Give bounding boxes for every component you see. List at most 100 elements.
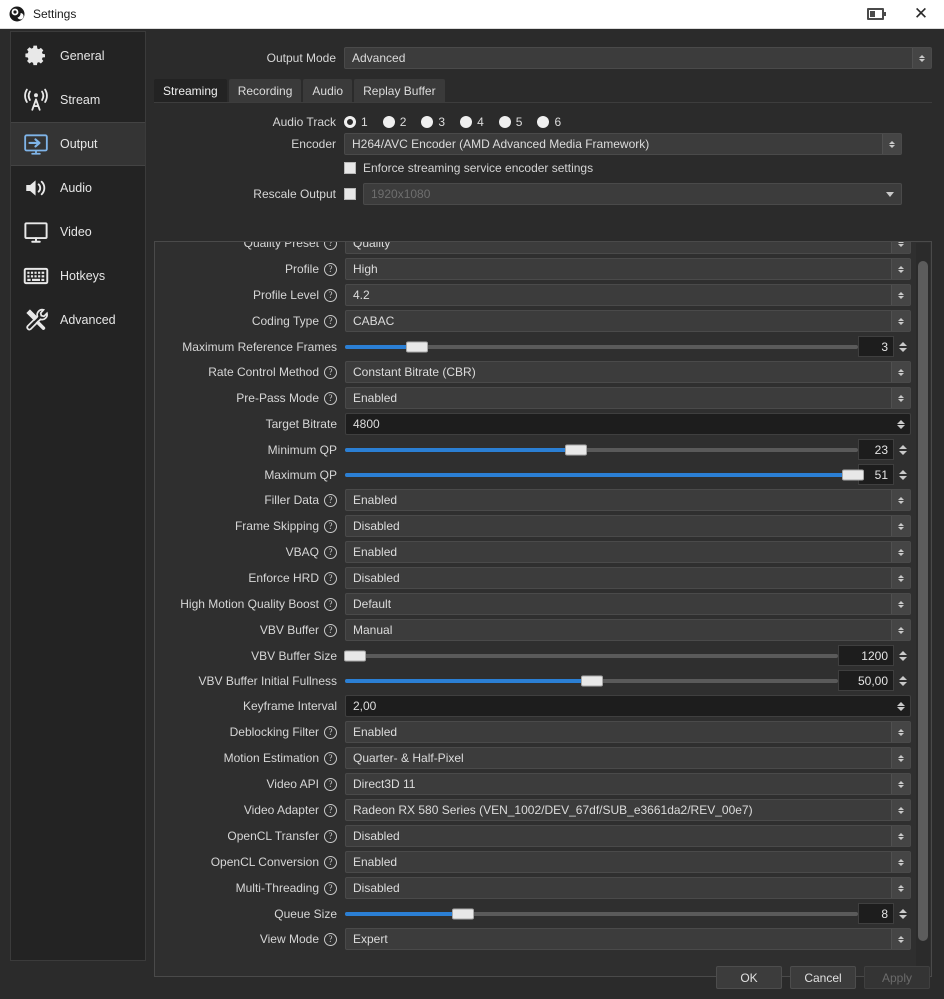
help-icon[interactable]: ? <box>324 932 337 946</box>
spinner-icon[interactable] <box>891 878 910 898</box>
spinner-icon[interactable] <box>891 568 910 588</box>
spinner-icon[interactable] <box>891 490 910 510</box>
setting-value-box-minimum-qp[interactable]: 23 <box>858 439 894 460</box>
help-icon[interactable]: ? <box>324 545 337 559</box>
help-icon[interactable]: ? <box>324 855 337 869</box>
spinner-icon[interactable] <box>891 826 910 846</box>
setting-select-opencl-transfer[interactable]: Disabled <box>345 825 911 847</box>
sidebar-item-hotkeys[interactable]: Hotkeys <box>11 254 145 298</box>
spinner-icon[interactable] <box>891 242 910 253</box>
spinner-icon[interactable] <box>894 336 911 357</box>
help-icon[interactable]: ? <box>324 725 337 739</box>
help-icon[interactable]: ? <box>324 751 337 765</box>
spinner-icon[interactable] <box>894 645 911 666</box>
audio-track-radio-4[interactable] <box>460 116 473 128</box>
spinner-icon[interactable] <box>891 259 910 279</box>
spinner-icon[interactable] <box>891 594 910 614</box>
spinner-icon[interactable] <box>891 852 910 872</box>
setting-value-box-vbv-buffer-initial-fullness[interactable]: 50,00 <box>838 670 894 691</box>
spinner-icon[interactable] <box>891 696 910 716</box>
spinner-icon[interactable] <box>894 903 911 924</box>
settings-scrollbar[interactable] <box>916 243 930 975</box>
setting-select-vbaq[interactable]: Enabled <box>345 541 911 563</box>
setting-slider-vbv-buffer-initial-fullness[interactable] <box>345 671 838 691</box>
help-icon[interactable]: ? <box>324 288 337 302</box>
setting-value-box-vbv-buffer-size[interactable]: 1200 <box>838 645 894 666</box>
setting-slider-vbv-buffer-size[interactable] <box>343 646 838 666</box>
help-icon[interactable]: ? <box>324 881 337 895</box>
sidebar-item-video[interactable]: Video <box>11 210 145 254</box>
spinner-icon[interactable] <box>891 388 910 408</box>
setting-select-opencl-conversion[interactable]: Enabled <box>345 851 911 873</box>
spinner-icon[interactable] <box>891 542 910 562</box>
setting-select-profile[interactable]: High <box>345 258 911 280</box>
tab-recording[interactable]: Recording <box>228 79 302 102</box>
setting-select-motion-estimation[interactable]: Quarter- & Half-Pixel <box>345 747 911 769</box>
setting-select-profile-level[interactable]: 4.2 <box>345 284 911 306</box>
help-icon[interactable]: ? <box>324 777 337 791</box>
slider-handle[interactable] <box>451 908 474 919</box>
help-icon[interactable]: ? <box>324 242 337 250</box>
setting-select-video-api[interactable]: Direct3D 11 <box>345 773 911 795</box>
help-icon[interactable]: ? <box>324 314 337 328</box>
audio-track-radio-2[interactable] <box>382 116 395 128</box>
setting-select-pre-pass-mode[interactable]: Enabled <box>345 387 911 409</box>
sidebar-item-stream[interactable]: Stream <box>11 78 145 122</box>
setting-select-view-mode[interactable]: Expert <box>345 928 911 950</box>
audio-track-radio-3[interactable] <box>421 116 434 128</box>
setting-select-filler-data[interactable]: Enabled <box>345 489 911 511</box>
setting-select-deblocking-filter[interactable]: Enabled <box>345 721 911 743</box>
setting-value-box-maximum-reference-frames[interactable]: 3 <box>858 336 894 357</box>
setting-slider-minimum-qp[interactable] <box>345 440 858 460</box>
setting-input-keyframe-interval[interactable]: 2,00 <box>345 695 911 717</box>
spinner-icon[interactable] <box>891 929 910 949</box>
restore-window-button[interactable] <box>852 0 898 29</box>
help-icon[interactable]: ? <box>324 493 337 507</box>
setting-select-vbv-buffer[interactable]: Manual <box>345 619 911 641</box>
audio-track-radio-1[interactable] <box>344 116 356 128</box>
setting-slider-maximum-reference-frames[interactable] <box>345 337 858 357</box>
tab-replay-buffer[interactable]: Replay Buffer <box>354 79 445 102</box>
spinner-icon[interactable] <box>894 439 911 460</box>
audio-track-radio-6[interactable] <box>537 116 550 128</box>
setting-select-enforce-hrd[interactable]: Disabled <box>345 567 911 589</box>
setting-slider-maximum-qp[interactable] <box>345 465 864 485</box>
spinner-icon[interactable] <box>891 362 910 382</box>
slider-handle[interactable] <box>580 675 603 686</box>
enforce-settings-checkbox[interactable] <box>344 162 356 174</box>
encoder-spinner-icon[interactable] <box>882 134 901 154</box>
setting-select-high-motion-quality-boost[interactable]: Default <box>345 593 911 615</box>
slider-handle[interactable] <box>405 341 428 352</box>
spinner-icon[interactable] <box>891 414 910 434</box>
tab-streaming[interactable]: Streaming <box>154 79 227 102</box>
tab-audio[interactable]: Audio <box>303 79 353 102</box>
rescale-output-checkbox[interactable] <box>344 188 356 200</box>
help-icon[interactable]: ? <box>324 803 337 817</box>
help-icon[interactable]: ? <box>324 519 337 533</box>
setting-select-video-adapter[interactable]: Radeon RX 580 Series (VEN_1002/DEV_67df/… <box>345 799 911 821</box>
ok-button[interactable]: OK <box>716 966 782 989</box>
help-icon[interactable]: ? <box>324 391 337 405</box>
audio-track-radio-5[interactable] <box>498 116 511 128</box>
slider-handle[interactable] <box>343 650 366 661</box>
spinner-icon[interactable] <box>891 722 910 742</box>
help-icon[interactable]: ? <box>324 262 337 276</box>
help-icon[interactable]: ? <box>324 571 337 585</box>
spinner-icon[interactable] <box>894 670 911 691</box>
close-window-button[interactable]: ✕ <box>898 0 944 29</box>
spinner-icon[interactable] <box>891 748 910 768</box>
setting-select-multi-threading[interactable]: Disabled <box>345 877 911 899</box>
help-icon[interactable]: ? <box>324 365 337 379</box>
output-mode-select[interactable]: Advanced <box>344 47 932 69</box>
spinner-icon[interactable] <box>891 516 910 536</box>
scrollbar-thumb[interactable] <box>918 261 928 941</box>
help-icon[interactable]: ? <box>324 597 337 611</box>
spinner-icon[interactable] <box>891 311 910 331</box>
setting-select-rate-control-method[interactable]: Constant Bitrate (CBR) <box>345 361 911 383</box>
setting-value-box-queue-size[interactable]: 8 <box>858 903 894 924</box>
slider-handle[interactable] <box>841 469 864 480</box>
help-icon[interactable]: ? <box>324 623 337 637</box>
sidebar-item-audio[interactable]: Audio <box>11 166 145 210</box>
sidebar-item-general[interactable]: General <box>11 34 145 78</box>
sidebar-item-advanced[interactable]: Advanced <box>11 298 145 342</box>
